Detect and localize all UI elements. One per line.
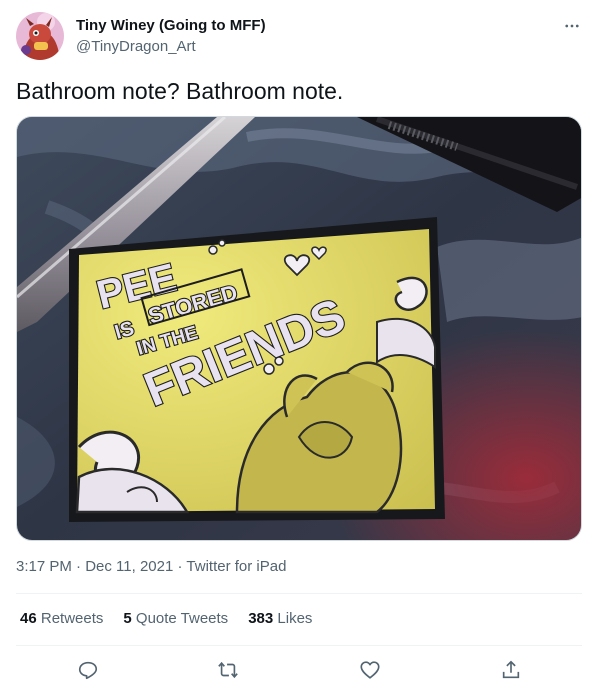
tweet-photo[interactable]: PEE IS STORED IN THE FRIENDS (16, 116, 582, 541)
quote-tweets-count: 5 (123, 610, 132, 627)
retweets-count: 46 (20, 610, 37, 627)
tweet-timestamp: 3:17 PM · Dec 11, 2021 · Twitter for iPa… (16, 557, 286, 577)
author-display-name[interactable]: Tiny Winey (Going to MFF) (76, 16, 266, 36)
photo-image: PEE IS STORED IN THE FRIENDS (17, 117, 581, 540)
tweet-time[interactable]: 3:17 PM (16, 558, 72, 575)
reply-button[interactable] (76, 658, 100, 682)
likes-stat[interactable]: 383 Likes (248, 609, 312, 629)
divider (16, 593, 582, 594)
tweet-source[interactable]: Twitter for iPad (186, 558, 286, 575)
retweet-button[interactable] (216, 658, 240, 682)
tweet-date[interactable]: Dec 11, 2021 (85, 558, 173, 575)
likes-count: 383 (248, 610, 274, 627)
author-handle[interactable]: @TinyDragon_Art (76, 37, 196, 57)
share-icon (502, 660, 520, 679)
retweets-label: Retweets (40, 610, 104, 627)
reply-icon (78, 661, 98, 680)
retweets-stat[interactable]: 46 Retweets (20, 609, 103, 629)
more-icon (565, 24, 579, 28)
tweet-actions (16, 653, 582, 687)
separator-dot: · (177, 558, 183, 575)
like-button[interactable] (358, 658, 382, 682)
share-button[interactable] (499, 658, 523, 682)
separator-dot: · (76, 558, 82, 575)
tweet-text: Bathroom note? Bathroom note. (16, 78, 344, 104)
retweet-icon (218, 661, 238, 679)
avatar[interactable] (16, 12, 64, 60)
quote-tweets-stat[interactable]: 5 Quote Tweets (123, 609, 228, 629)
like-icon (360, 661, 380, 679)
tweet-stats: 46 Retweets 5 Quote Tweets 383 Likes (20, 609, 312, 629)
more-button[interactable] (556, 12, 588, 40)
likes-label: Likes (277, 610, 313, 627)
divider (16, 645, 582, 646)
avatar-image (16, 12, 64, 60)
tweet: Tiny Winey (Going to MFF) @TinyDragon_Ar… (0, 0, 598, 694)
quote-tweets-label: Quote Tweets (135, 610, 229, 627)
